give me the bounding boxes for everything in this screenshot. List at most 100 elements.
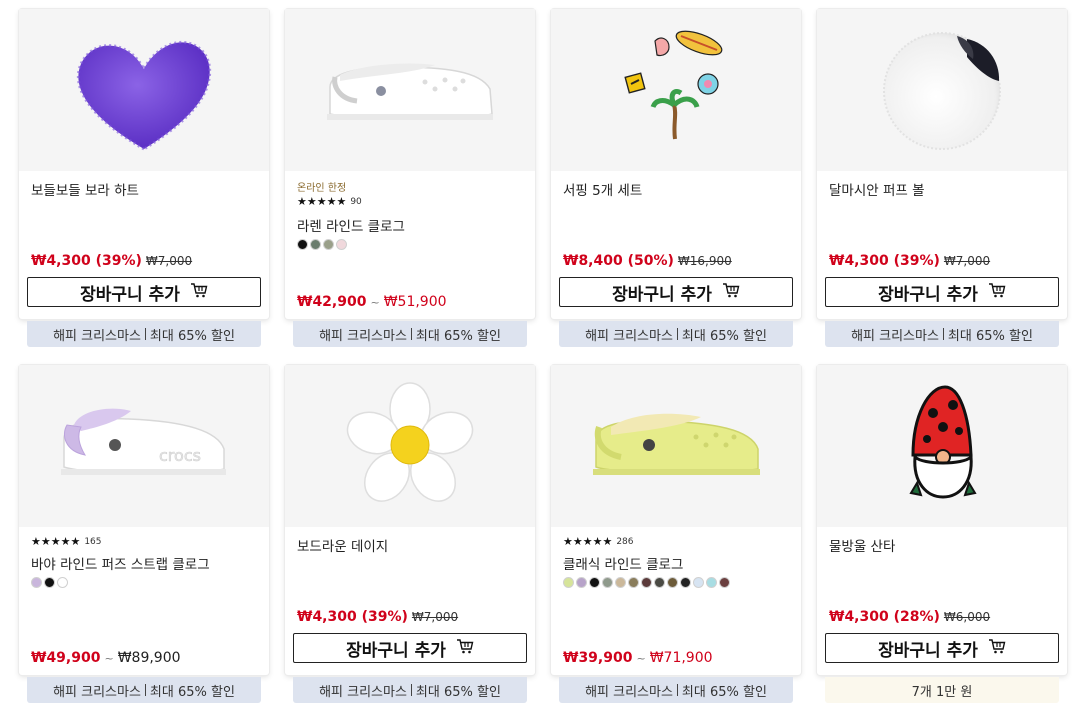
- color-swatch[interactable]: [641, 577, 652, 588]
- price-row: ₩4,300 (39%) ₩7,000: [297, 609, 458, 625]
- promo-banner[interactable]: 해피 크리스마스 최대 65% 할인: [293, 321, 527, 347]
- promo-text: 해피 크리스마스: [53, 328, 141, 344]
- price-row: ₩8,400 (50%) ₩16,900: [563, 253, 732, 269]
- add-to-cart-button[interactable]: 장바구니 추가: [27, 277, 261, 307]
- promo-discount: 최대 65% 할인: [149, 328, 235, 344]
- promo-text: 해피 크리스마스: [53, 684, 141, 700]
- product-image-purple-heart[interactable]: [19, 9, 269, 171]
- promo-text: 7개 1만 원: [911, 684, 973, 700]
- promo-discount: 최대 65% 할인: [681, 328, 767, 344]
- product-image-daisy[interactable]: [285, 365, 535, 527]
- promo-banner[interactable]: 해피 크리스마스 최대 65% 할인: [825, 321, 1059, 347]
- shopping-cart-icon: [988, 281, 1006, 304]
- product-title[interactable]: 달마시안 퍼프 볼: [829, 179, 925, 199]
- price-max: ₩89,900: [117, 650, 181, 666]
- svg-text:crocs: crocs: [159, 446, 201, 465]
- promo-text: 해피 크리스마스: [851, 328, 939, 344]
- color-swatch[interactable]: [57, 577, 68, 588]
- product-image-baya-fuzz-strap[interactable]: crocs: [19, 365, 269, 527]
- color-swatch[interactable]: [615, 577, 626, 588]
- promo-banner[interactable]: 해피 크리스마스 최대 65% 할인: [559, 677, 793, 703]
- product-image-gnome-santa[interactable]: [817, 365, 1067, 527]
- product-card-purple-heart[interactable]: 보들보들 보라 하트 ₩4,300 (39%) ₩7,000 장바구니 추가: [19, 9, 269, 319]
- promo-banner[interactable]: 해피 크리스마스 최대 65% 할인: [27, 321, 261, 347]
- price-range-separator: ~: [104, 652, 114, 665]
- promo-text: 해피 크리스마스: [585, 328, 673, 344]
- product-card-baya-fuzz-strap[interactable]: crocs ★★★★★ 165 바야 라인드 퍼즈 스트랩 클로그 ₩49,90…: [19, 365, 269, 675]
- online-only-badge: 온라인 한정: [297, 183, 347, 194]
- add-to-cart-label: 장바구니 추가: [612, 284, 712, 305]
- product-card-gnome-santa[interactable]: 물방울 산타 ₩4,300 (28%) ₩6,000 장바구니 추가: [817, 365, 1067, 675]
- product-card-classic-lined-clog[interactable]: ★★★★★ 286 클래식 라인드 클로그 ₩39,900 ~ ₩71,900: [551, 365, 801, 675]
- add-to-cart-button[interactable]: 장바구니 추가: [825, 633, 1059, 663]
- product-title[interactable]: 서핑 5개 세트: [563, 179, 642, 199]
- promo-discount: 최대 65% 할인: [947, 328, 1033, 344]
- color-swatch[interactable]: [719, 577, 730, 588]
- sale-price: ₩4,300 (28%): [829, 609, 940, 625]
- color-swatch[interactable]: [628, 577, 639, 588]
- color-swatch[interactable]: [667, 577, 678, 588]
- product-image-surfing-set[interactable]: [551, 9, 801, 171]
- add-to-cart-button[interactable]: 장바구니 추가: [559, 277, 793, 307]
- product-card-surfing-set[interactable]: 서핑 5개 세트 ₩8,400 (50%) ₩16,900 장바구니 추가: [551, 9, 801, 319]
- product-title[interactable]: 바야 라인드 퍼즈 스트랩 클로그: [31, 553, 210, 573]
- promo-banner[interactable]: 해피 크리스마스 최대 65% 할인: [293, 677, 527, 703]
- color-swatch[interactable]: [654, 577, 665, 588]
- rating-count: 165: [84, 536, 102, 547]
- rating-count: 286: [616, 536, 634, 547]
- color-swatch[interactable]: [680, 577, 691, 588]
- promo-divider: [410, 328, 412, 340]
- color-swatch[interactable]: [589, 577, 600, 588]
- product-card-dalmatian-puff[interactable]: 달마시안 퍼프 볼 ₩4,300 (39%) ₩7,000 장바구니 추가: [817, 9, 1067, 319]
- color-swatches: [297, 239, 347, 250]
- color-swatch[interactable]: [323, 239, 334, 250]
- price-range-separator: ~: [370, 296, 380, 309]
- shopping-cart-icon: [190, 281, 208, 304]
- rating: ★★★★★ 286: [563, 535, 634, 548]
- color-swatch[interactable]: [336, 239, 347, 250]
- promo-banner[interactable]: 해피 크리스마스 최대 65% 할인: [559, 321, 793, 347]
- sale-price: ₩4,300 (39%): [829, 253, 940, 269]
- add-to-cart-button[interactable]: 장바구니 추가: [825, 277, 1059, 307]
- product-image-lined-clog[interactable]: [285, 9, 535, 171]
- sale-price: ₩8,400 (50%): [563, 253, 674, 269]
- color-swatch[interactable]: [693, 577, 704, 588]
- original-price: ₩16,900: [677, 254, 732, 268]
- product-card-lined-clog[interactable]: 온라인 한정 ★★★★★ 90 라렌 라인드 클로그 ₩42,900 ~ ₩51…: [285, 9, 535, 319]
- color-swatch[interactable]: [44, 577, 55, 588]
- add-to-cart-label: 장바구니 추가: [878, 284, 978, 305]
- color-swatch[interactable]: [31, 577, 42, 588]
- add-to-cart-label: 장바구니 추가: [878, 640, 978, 661]
- price-range: ₩39,900 ~ ₩71,900: [563, 650, 713, 666]
- product-title[interactable]: 물방울 산타: [829, 535, 895, 555]
- sale-price: ₩4,300 (39%): [31, 253, 142, 269]
- rating-count: 90: [350, 196, 362, 207]
- product-title[interactable]: 보들보들 보라 하트: [31, 179, 139, 199]
- color-swatch[interactable]: [602, 577, 613, 588]
- rating: ★★★★★ 165: [31, 535, 102, 548]
- price-range-separator: ~: [636, 652, 646, 665]
- original-price: ₩7,000: [145, 254, 193, 268]
- product-image-dalmatian-puff[interactable]: [817, 9, 1067, 171]
- color-swatch[interactable]: [297, 239, 308, 250]
- color-swatch[interactable]: [563, 577, 574, 588]
- shopping-cart-icon: [456, 637, 474, 660]
- promo-discount: 최대 65% 할인: [149, 684, 235, 700]
- price-max: ₩71,900: [649, 650, 713, 666]
- color-swatch[interactable]: [576, 577, 587, 588]
- promo-banner[interactable]: 해피 크리스마스 최대 65% 할인: [27, 677, 261, 703]
- product-title[interactable]: 보드라운 데이지: [297, 535, 388, 555]
- product-title[interactable]: 클래식 라인드 클로그: [563, 553, 683, 573]
- product-title[interactable]: 라렌 라인드 클로그: [297, 215, 405, 235]
- rating-stars: ★★★★★: [297, 195, 347, 208]
- promo-banner[interactable]: 7개 1만 원: [825, 677, 1059, 703]
- product-grid: 보들보들 보라 하트 ₩4,300 (39%) ₩7,000 장바구니 추가 해…: [0, 0, 1072, 707]
- product-card-daisy[interactable]: 보드라운 데이지 ₩4,300 (39%) ₩7,000 장바구니 추가: [285, 365, 535, 675]
- color-swatch[interactable]: [706, 577, 717, 588]
- product-image-classic-lined-clog[interactable]: [551, 365, 801, 527]
- color-swatch[interactable]: [310, 239, 321, 250]
- add-to-cart-button[interactable]: 장바구니 추가: [293, 633, 527, 663]
- original-price: ₩7,000: [943, 254, 991, 268]
- promo-discount: 최대 65% 할인: [681, 684, 767, 700]
- rating: ★★★★★ 90: [297, 195, 362, 208]
